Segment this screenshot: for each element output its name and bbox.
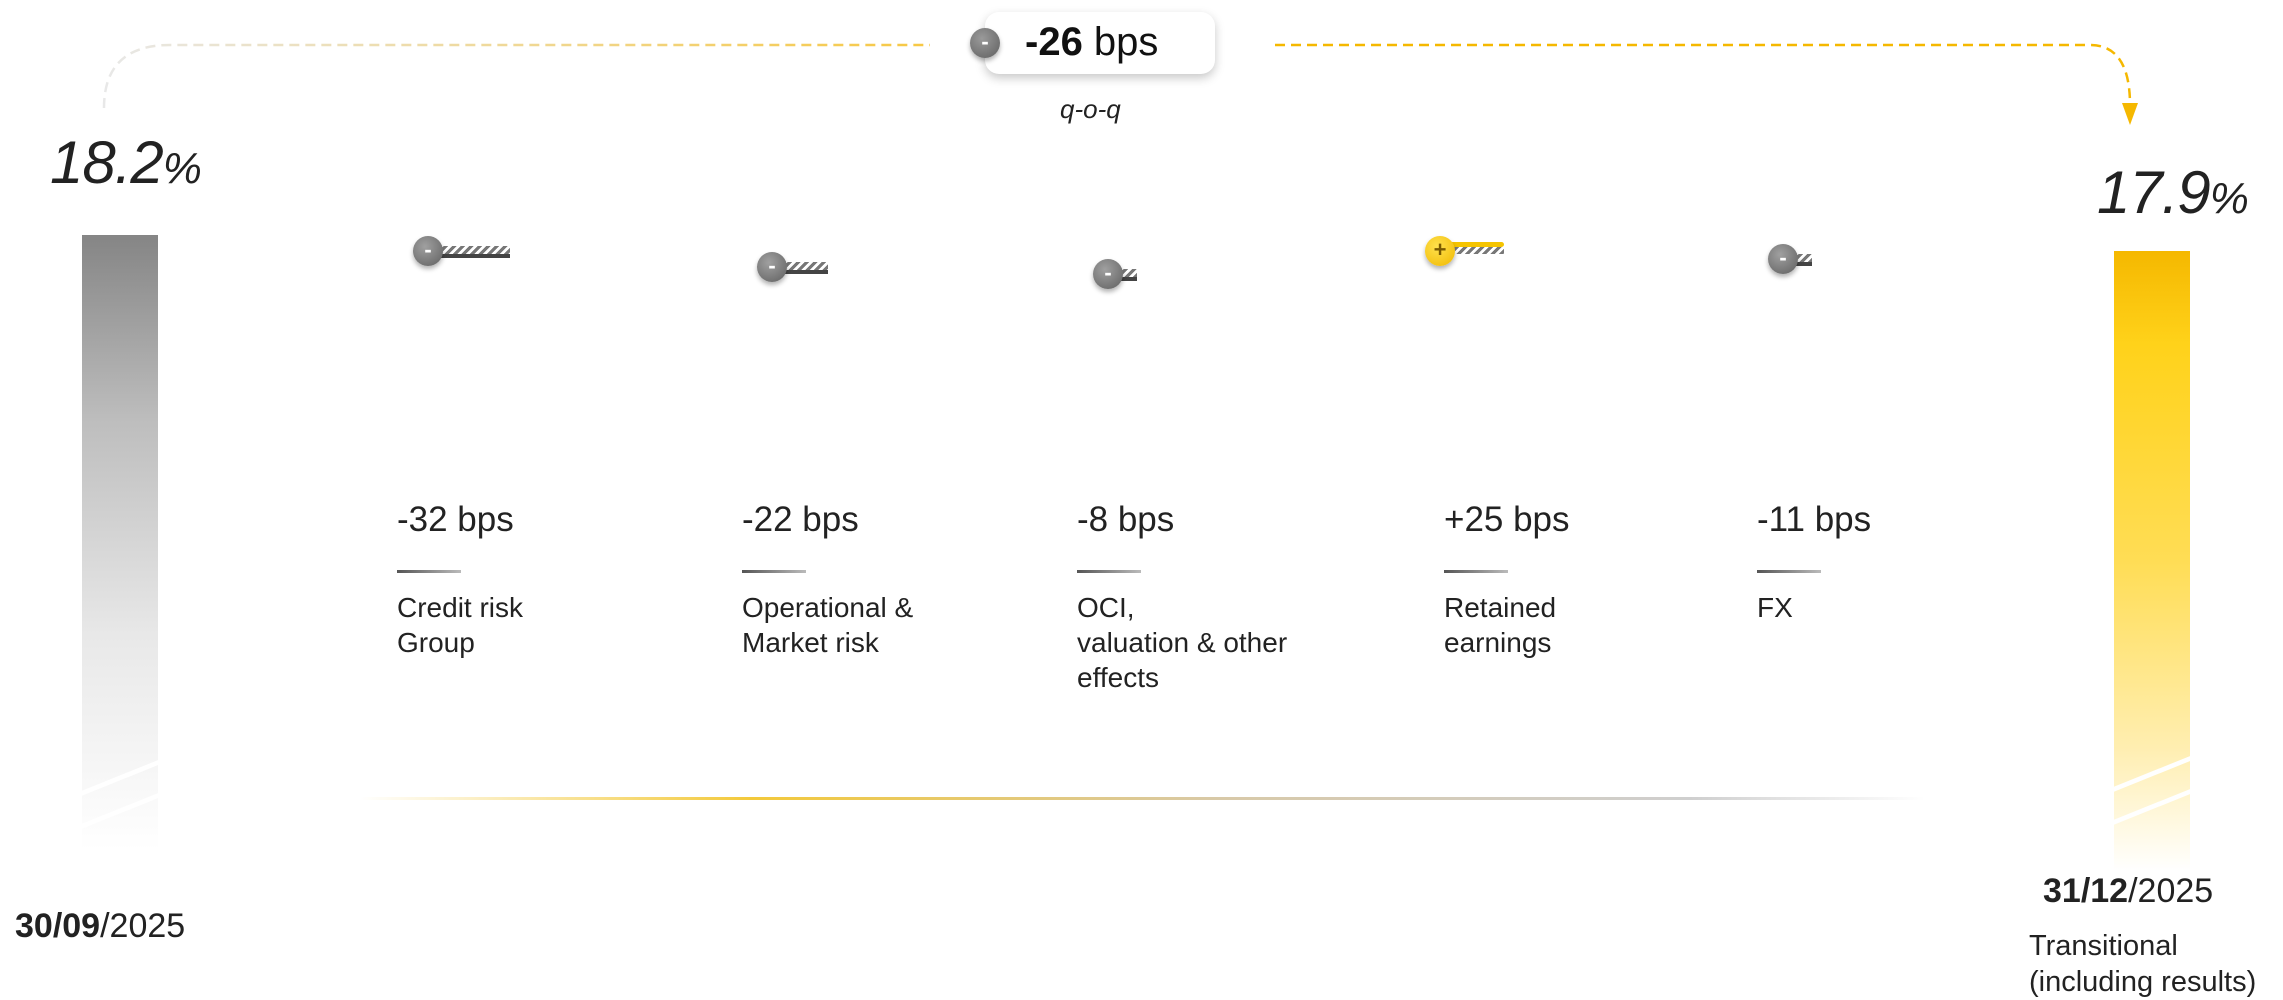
- contribution-label-line: OCI,: [1077, 592, 1135, 623]
- contribution-value: +25 bps: [1444, 500, 1570, 539]
- contribution-divider: [1757, 570, 1821, 573]
- end-value-number: 17.9: [2097, 159, 2211, 226]
- end-caption-line2: (including results): [2029, 966, 2257, 998]
- contribution-label-line: effects: [1077, 662, 1159, 693]
- contribution-label: FX: [1757, 590, 1793, 625]
- minus-icon: -: [1768, 244, 1798, 274]
- contribution-label: Retained earnings: [1444, 590, 1556, 660]
- end-caption-line1: Transitional: [2029, 930, 2178, 962]
- start-bar: [76, 235, 166, 850]
- contribution-label-line: Operational &: [742, 592, 914, 623]
- qoq-summary-number: -26: [1025, 20, 1083, 64]
- contribution-value: -11 bps: [1757, 500, 1872, 539]
- contribution-label-line: Market risk: [742, 627, 879, 658]
- end-bar: [2108, 251, 2198, 871]
- axis-break-mark: [76, 756, 166, 832]
- contribution-label-line: Credit risk: [397, 592, 524, 623]
- start-value: 18.2%: [50, 128, 202, 197]
- contribution-label-line: Retained: [1444, 592, 1557, 623]
- contribution-divider: [397, 570, 461, 573]
- chart-baseline: [360, 797, 1925, 800]
- minus-bubble-icon: -: [757, 252, 847, 292]
- start-value-number: 18.2: [50, 129, 164, 196]
- contribution-value: -22 bps: [742, 500, 859, 539]
- contribution-divider: [1077, 570, 1141, 573]
- minus-bubble-icon: -: [1093, 259, 1183, 299]
- minus-icon: -: [1093, 259, 1123, 289]
- plus-bubble-icon: +: [1425, 236, 1515, 276]
- end-caption: Transitional (including results): [2029, 928, 2256, 1000]
- minus-bubble-icon: -: [413, 236, 511, 276]
- contribution-value: -8 bps: [1077, 500, 1175, 539]
- contribution-label: Operational & Market risk: [742, 590, 913, 660]
- end-value-unit: %: [2209, 174, 2249, 223]
- qoq-summary-unit: bps: [1082, 20, 1159, 64]
- end-date-bold: 31/12: [2043, 872, 2129, 910]
- start-date: 30/09/2025: [15, 907, 185, 946]
- start-date-bold: 30/09: [15, 907, 101, 945]
- contribution-label-line: FX: [1757, 592, 1793, 623]
- qoq-period-label: q-o-q: [1060, 94, 1121, 124]
- minus-bubble-icon: -: [1768, 244, 1858, 284]
- contribution-label: Credit risk Group: [397, 590, 523, 660]
- end-date-year: /2025: [2128, 872, 2214, 910]
- contribution-label-line: Group: [397, 627, 475, 658]
- contribution-label: OCI, valuation & other effects: [1077, 590, 1287, 695]
- contribution-label-line: valuation & other: [1077, 627, 1288, 658]
- qoq-summary-value: -26 bps: [1025, 20, 1158, 65]
- minus-icon: -: [413, 236, 443, 266]
- end-value: 17.9%: [2097, 158, 2249, 227]
- contribution-divider: [1444, 570, 1508, 573]
- contribution-divider: [742, 570, 806, 573]
- start-date-year: /2025: [100, 907, 186, 945]
- arrow-head: [2122, 103, 2138, 125]
- end-date: 31/12/2025: [2043, 872, 2213, 911]
- axis-break-mark: [2108, 752, 2198, 828]
- start-value-unit: %: [162, 144, 202, 193]
- plus-icon: +: [1425, 236, 1455, 266]
- contribution-value: -32 bps: [397, 500, 514, 539]
- contribution-label-line: earnings: [1444, 627, 1552, 658]
- minus-icon: -: [757, 252, 787, 282]
- minus-icon: -: [970, 28, 1000, 58]
